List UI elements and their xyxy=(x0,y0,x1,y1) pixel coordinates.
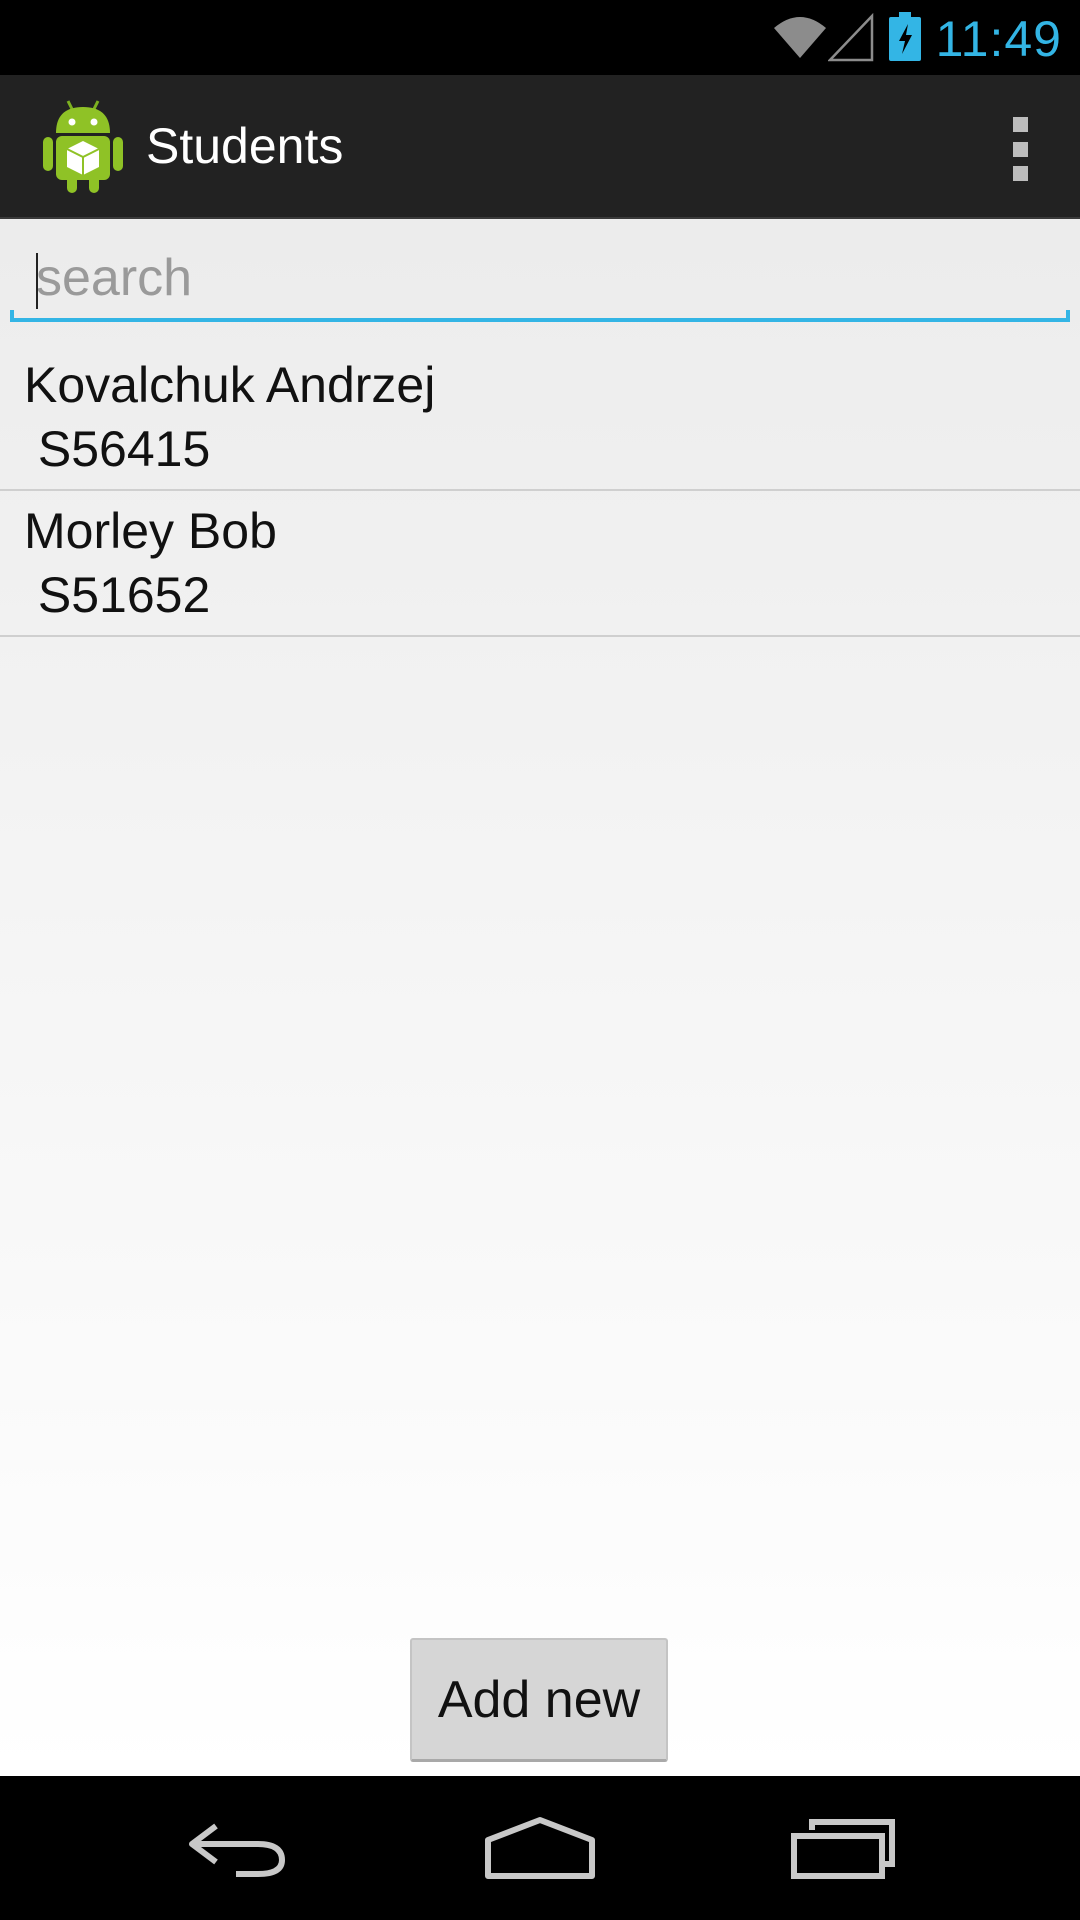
android-app-icon[interactable] xyxy=(40,97,126,195)
text-cursor xyxy=(36,253,38,309)
back-icon[interactable] xyxy=(186,1816,290,1880)
status-clock: 11:49 xyxy=(935,11,1062,67)
wifi-icon xyxy=(774,17,826,58)
add-new-button[interactable]: Add new xyxy=(410,1638,668,1762)
search-underline xyxy=(10,310,1070,322)
list-item[interactable]: Morley Bob S51652 xyxy=(0,491,1080,637)
student-name: Morley Bob xyxy=(24,503,277,559)
student-id: S51652 xyxy=(24,567,211,623)
overflow-dot xyxy=(1012,117,1028,132)
home-icon[interactable] xyxy=(484,1816,596,1880)
page-title: Students xyxy=(146,118,344,174)
student-id: S56415 xyxy=(24,421,211,477)
main-content: Kovalchuk Andrzej S56415 Morley Bob S516… xyxy=(0,219,1080,1776)
student-list: Kovalchuk Andrzej S56415 Morley Bob S516… xyxy=(0,345,1080,637)
overflow-dot xyxy=(1012,166,1028,181)
search-box xyxy=(10,235,1070,325)
action-bar: Students xyxy=(0,75,1080,219)
navigation-bar xyxy=(0,1776,1080,1920)
status-bar: 11:49 xyxy=(0,0,1080,75)
overflow-dot xyxy=(1012,141,1028,157)
cell-signal-icon xyxy=(828,12,874,62)
search-input[interactable] xyxy=(10,235,1070,321)
recent-apps-icon[interactable] xyxy=(790,1816,898,1880)
overflow-menu-icon[interactable] xyxy=(990,117,1050,181)
student-name: Kovalchuk Andrzej xyxy=(24,357,436,413)
battery-charging-icon xyxy=(889,12,921,61)
list-item[interactable]: Kovalchuk Andrzej S56415 xyxy=(0,345,1080,491)
